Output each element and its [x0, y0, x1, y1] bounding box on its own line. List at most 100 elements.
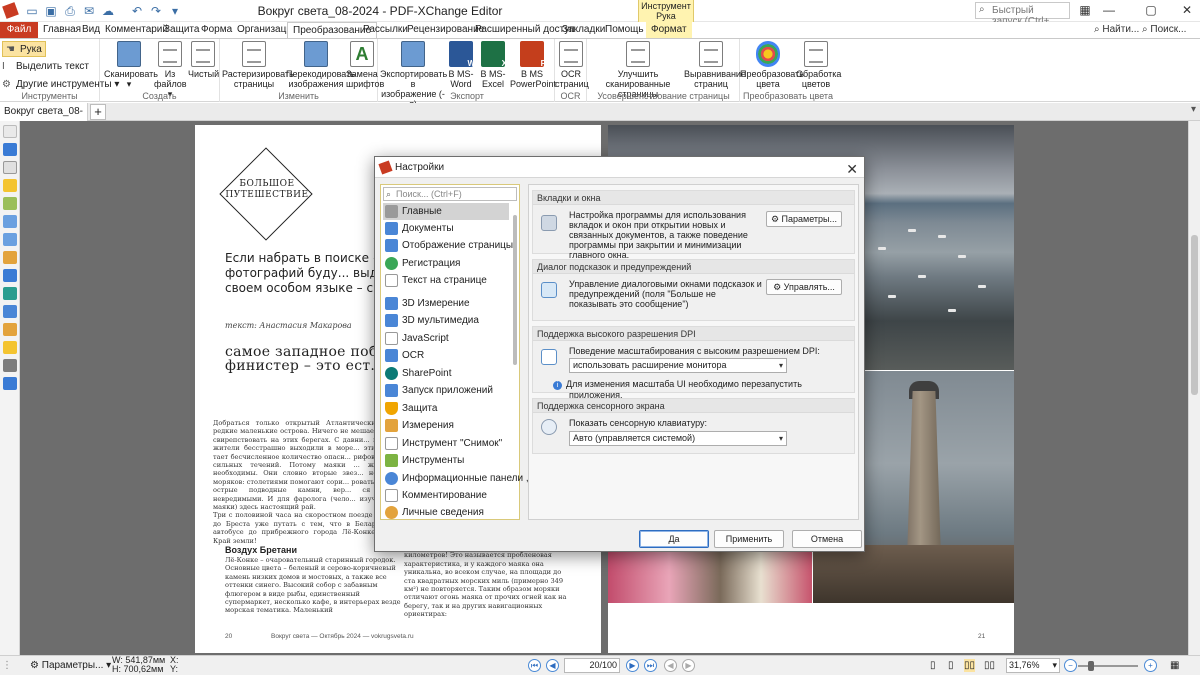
- articles-icon[interactable]: [3, 305, 17, 318]
- zoom-in-icon[interactable]: +: [1144, 659, 1157, 672]
- replace-fonts-button[interactable]: A Замена шрифтов: [346, 41, 384, 89]
- quick-launch-input[interactable]: ⌕ Быстрый запуск (Ctrl+...: [975, 2, 1070, 27]
- scan-button[interactable]: Сканировать ▾: [104, 41, 158, 89]
- category-scrollbar[interactable]: [512, 203, 518, 519]
- context-tab-group-label: Инструмент Рука: [638, 0, 694, 22]
- settings-content-pane: Вкладки и окна Настройка программы для и…: [528, 184, 859, 520]
- last-page-icon[interactable]: ⏭: [644, 659, 657, 672]
- status-grip-icon: ⋮: [2, 660, 12, 671]
- facing-pages-icon[interactable]: ▯▯: [964, 659, 976, 672]
- attachments-icon[interactable]: [3, 197, 17, 210]
- document-tab[interactable]: Вокруг света_08-2024✕: [0, 103, 88, 135]
- category-sharepoint[interactable]: SharePoint: [383, 365, 509, 382]
- select-text-button[interactable]: I Выделить текст: [2, 59, 89, 75]
- ribbon-options-icon[interactable]: ▦: [1074, 2, 1096, 19]
- search-button[interactable]: ⌕ Поиск...: [1142, 22, 1186, 38]
- category-commenting[interactable]: Комментирование: [383, 487, 509, 504]
- to-word-button[interactable]: WВ MS- Word: [446, 41, 476, 89]
- category-info-panels[interactable]: Информационные панели ,: [383, 470, 529, 487]
- category-scrollbar-thumb[interactable]: [513, 215, 517, 365]
- touch-keyboard-select[interactable]: Авто (управляется системой) ▾: [569, 431, 787, 446]
- status-menu-icon[interactable]: ▦: [1170, 659, 1179, 672]
- scrollbar-thumb[interactable]: [1191, 235, 1198, 395]
- rasterize-button[interactable]: Растеризировать страницы: [222, 41, 294, 89]
- continuous-facing-icon[interactable]: ▯▯: [984, 659, 995, 672]
- comments-icon[interactable]: [3, 179, 17, 192]
- category-measurements[interactable]: Измерения: [383, 417, 509, 434]
- tab-format[interactable]: Формат: [646, 22, 692, 38]
- properties-icon[interactable]: [3, 377, 17, 390]
- forward-icon[interactable]: ▶: [682, 659, 695, 672]
- category-ocr[interactable]: OCR: [383, 347, 509, 364]
- cancel-button[interactable]: Отмена: [792, 530, 862, 548]
- category-javascript[interactable]: JavaScript: [383, 330, 509, 347]
- hints-manage-button[interactable]: ⚙ Управлять...: [766, 279, 842, 295]
- ocr-button[interactable]: OCR страниц: [555, 41, 589, 89]
- category-page-text[interactable]: Текст на странице: [383, 272, 509, 289]
- dialog-close-button[interactable]: ✕: [846, 159, 858, 180]
- to-excel-button[interactable]: XВ MS- Excel: [478, 41, 508, 89]
- process-colors-button[interactable]: Обработка цветов: [796, 41, 841, 89]
- vertical-scrollbar[interactable]: [1188, 121, 1200, 655]
- category-page-display[interactable]: Отображение страницы: [383, 237, 513, 254]
- fields-icon[interactable]: [3, 251, 17, 264]
- tab-list-icon[interactable]: ▾: [1191, 104, 1196, 115]
- category-general[interactable]: Главные: [383, 203, 509, 220]
- category-snapshot[interactable]: Инструмент "Снимок": [383, 435, 509, 452]
- maximize-button[interactable]: ▢: [1140, 2, 1162, 19]
- tab-file[interactable]: Файл: [0, 22, 38, 38]
- category-tools[interactable]: Инструменты: [383, 452, 509, 469]
- category-identity[interactable]: Личные сведения: [383, 504, 509, 519]
- hints-description: Управление диалоговыми окнами подсказок …: [569, 279, 762, 309]
- stamps-icon[interactable]: [3, 341, 17, 354]
- close-button[interactable]: ✕: [1176, 2, 1198, 19]
- category-3d-measure[interactable]: 3D Измерение: [383, 295, 509, 312]
- continuous-icon[interactable]: ▯: [948, 659, 954, 672]
- ok-button[interactable]: Да: [639, 530, 709, 548]
- zoom-input[interactable]: 31,76% ▾: [1006, 658, 1060, 673]
- minimize-button[interactable]: —: [1098, 2, 1120, 19]
- dpi-scaling-select[interactable]: использовать расширение монитора ▾: [569, 358, 787, 373]
- category-3d-multimedia[interactable]: 3D мультимедиа: [383, 312, 509, 329]
- structure-icon[interactable]: [3, 287, 17, 300]
- find-button[interactable]: ⌕ Найти...: [1094, 22, 1139, 38]
- tabs-params-button[interactable]: ⚙ Параметры...: [766, 211, 842, 227]
- thumbnails-icon[interactable]: [3, 161, 17, 174]
- category-launch-apps[interactable]: Запуск приложений: [383, 382, 509, 399]
- documents-icon: [385, 222, 398, 235]
- new-tab-button[interactable]: +: [90, 104, 106, 120]
- page-number-input[interactable]: 20/100: [564, 658, 620, 673]
- tab-form[interactable]: Форма: [196, 22, 237, 38]
- zoom-slider-knob[interactable]: [1088, 661, 1094, 671]
- apply-button[interactable]: Применить: [714, 530, 784, 548]
- blank-button[interactable]: Чистый: [188, 41, 219, 79]
- signatures-icon[interactable]: [3, 323, 17, 336]
- align-pages-button[interactable]: Выравнивание страниц: [684, 41, 746, 89]
- to-powerpoint-button[interactable]: PВ MS PowerPoint: [510, 41, 556, 89]
- from-files-icon: [158, 41, 182, 67]
- tags-icon[interactable]: [3, 359, 17, 372]
- tab-help[interactable]: Помощь: [600, 22, 649, 38]
- pane-toggle-icon[interactable]: [3, 125, 17, 138]
- settings-search-input[interactable]: ⌕ Поиск... (Ctrl+F): [383, 187, 517, 201]
- category-security[interactable]: Защита: [383, 400, 509, 417]
- hand-tool-button[interactable]: ☚ Рука: [2, 41, 46, 57]
- zoom-out-icon[interactable]: −: [1064, 659, 1077, 672]
- layers-icon[interactable]: [3, 215, 17, 228]
- recode-images-button[interactable]: Перекодировать изображения: [286, 41, 355, 89]
- zoom-slider[interactable]: [1078, 661, 1138, 671]
- bookmarks-icon[interactable]: [3, 143, 17, 156]
- category-documents[interactable]: Документы: [383, 220, 509, 237]
- 3d-multimedia-icon: [385, 314, 398, 327]
- single-page-icon[interactable]: ▯: [930, 659, 936, 672]
- prev-page-icon[interactable]: ◀: [546, 659, 559, 672]
- next-page-icon[interactable]: ▶: [626, 659, 639, 672]
- category-registration[interactable]: Регистрация: [383, 255, 509, 272]
- first-page-icon[interactable]: ⏮: [528, 659, 541, 672]
- font-a-icon: A: [350, 41, 374, 67]
- convert-colors-button[interactable]: Преобразовать цвета: [740, 41, 804, 89]
- back-icon[interactable]: ◀: [664, 659, 677, 672]
- status-params-button[interactable]: ⚙ Параметры... ▾: [30, 659, 111, 672]
- destinations-icon[interactable]: [3, 233, 17, 246]
- content-icon[interactable]: [3, 269, 17, 282]
